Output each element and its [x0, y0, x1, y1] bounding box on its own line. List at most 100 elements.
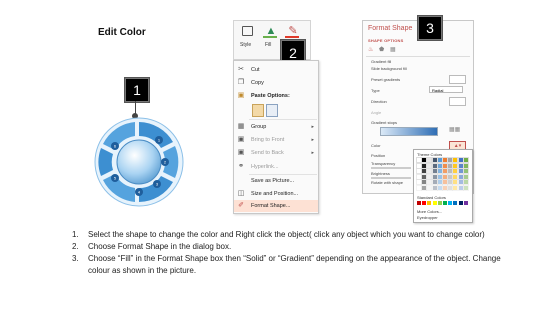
color-swatch[interactable] [431, 173, 438, 180]
color-swatch[interactable] [462, 173, 469, 180]
color-swatch[interactable] [447, 157, 454, 163]
eyedropper-option[interactable]: Eyedropper [417, 215, 438, 220]
color-swatch[interactable] [457, 157, 464, 163]
standard-color-swatch[interactable] [453, 201, 458, 205]
color-swatch[interactable] [416, 168, 422, 174]
color-swatch[interactable] [442, 168, 448, 174]
size-properties-icon[interactable]: ▦ [390, 46, 396, 53]
brightness-slider[interactable] [371, 177, 411, 179]
color-swatch[interactable] [426, 168, 433, 174]
color-swatch[interactable] [462, 184, 469, 191]
color-swatch[interactable] [436, 184, 443, 191]
color-swatch[interactable] [447, 168, 454, 174]
menu-item-size-label: Size and Position... [251, 191, 299, 197]
color-swatch[interactable] [416, 162, 422, 169]
fill-line-icon[interactable]: ♨ [368, 46, 373, 53]
color-swatch[interactable] [457, 184, 464, 191]
menu-item-copy[interactable]: ❐ Copy [234, 77, 318, 89]
color-swatch[interactable] [416, 179, 422, 185]
menu-item-cut[interactable]: ✂ Cut [234, 64, 318, 76]
color-swatch[interactable] [442, 162, 448, 169]
color-swatch[interactable] [436, 162, 443, 169]
color-swatch[interactable] [442, 173, 448, 180]
color-swatch[interactable] [452, 173, 459, 180]
standard-color-swatch[interactable] [437, 201, 442, 205]
gradient-stops-bar[interactable] [380, 127, 438, 136]
color-swatch[interactable] [421, 157, 428, 163]
color-swatch[interactable] [447, 162, 454, 169]
color-swatch[interactable] [462, 168, 469, 174]
preset-gradients-dropdown[interactable] [449, 75, 466, 84]
color-swatch[interactable] [436, 157, 443, 163]
color-swatch[interactable] [421, 173, 428, 180]
color-swatch[interactable] [421, 179, 428, 185]
standard-color-swatch[interactable] [458, 201, 463, 205]
menu-item-send-to-back[interactable]: ▣ Send to Back ▸ [234, 147, 318, 159]
color-swatch[interactable] [436, 173, 443, 180]
standard-color-swatch[interactable] [443, 201, 447, 205]
color-swatch[interactable] [426, 179, 433, 185]
shape-options-tab[interactable]: SHAPE OPTIONS [368, 38, 404, 43]
menu-item-bring-to-front[interactable]: ▣ Bring to Front ▸ [234, 134, 318, 146]
color-swatch[interactable] [431, 157, 438, 163]
color-swatch[interactable] [442, 184, 448, 191]
standard-color-swatch[interactable] [427, 201, 432, 205]
color-swatch[interactable] [462, 162, 469, 169]
color-swatch[interactable] [442, 157, 448, 163]
color-swatch[interactable] [447, 179, 454, 185]
standard-color-swatch[interactable] [432, 201, 437, 205]
color-swatch[interactable] [431, 162, 438, 169]
menu-item-hyperlink[interactable]: ⚭ Hyperlink... [234, 161, 318, 173]
color-swatch[interactable] [452, 157, 459, 163]
color-swatch[interactable] [421, 168, 428, 174]
menu-item-size-and-position[interactable]: ◫ Size and Position... [234, 188, 318, 200]
color-swatch[interactable] [447, 184, 454, 191]
standard-color-swatch[interactable] [448, 201, 453, 205]
color-swatch[interactable] [431, 168, 438, 174]
type-dropdown[interactable]: Radial [429, 86, 463, 93]
color-swatch[interactable] [452, 184, 459, 191]
color-swatch[interactable] [436, 168, 443, 174]
menu-item-save-as-picture[interactable]: Save as Picture... [234, 175, 318, 187]
paste-keep-source-icon[interactable] [252, 104, 264, 117]
color-swatch[interactable] [431, 179, 438, 185]
color-swatch[interactable] [462, 179, 469, 185]
color-swatch[interactable] [426, 173, 433, 180]
color-swatch[interactable] [457, 179, 464, 185]
gradient-fill-option[interactable]: Gradient fill [371, 59, 391, 64]
color-swatch[interactable] [452, 162, 459, 169]
color-swatch[interactable] [421, 162, 428, 169]
style-button[interactable] [238, 24, 256, 38]
paste-picture-icon[interactable] [266, 104, 278, 117]
color-swatch[interactable] [426, 184, 433, 191]
color-swatch[interactable] [416, 173, 422, 180]
color-swatch[interactable] [426, 162, 433, 169]
gradient-stop-buttons[interactable]: ▦▦ [449, 126, 464, 133]
color-swatch[interactable] [462, 157, 469, 163]
rotate-with-shape-checkbox[interactable]: Rotate with shape [371, 180, 403, 185]
menu-item-group[interactable]: ▦ Group ▸ [234, 121, 318, 133]
menu-item-format-shape[interactable]: ✐ Format Shape... [234, 200, 318, 212]
transparency-slider[interactable] [371, 167, 411, 169]
color-swatch[interactable] [436, 179, 443, 185]
color-swatch[interactable] [452, 179, 459, 185]
color-swatch[interactable] [457, 168, 464, 174]
color-swatch[interactable] [416, 184, 422, 191]
more-colors-option[interactable]: More Colors... [417, 209, 442, 214]
color-swatch[interactable] [457, 162, 464, 169]
color-swatch[interactable] [416, 157, 422, 163]
color-swatch[interactable] [431, 184, 438, 191]
color-swatch[interactable] [421, 184, 428, 191]
direction-dropdown[interactable] [449, 97, 466, 106]
slide-background-fill-option[interactable]: Slide background fill [371, 66, 407, 71]
color-swatch[interactable] [452, 168, 459, 174]
standard-color-swatch[interactable] [463, 201, 468, 205]
standard-color-swatch[interactable] [417, 201, 421, 205]
effects-icon[interactable]: ⬟ [379, 46, 384, 53]
circular-arrow-diagram[interactable]: 1 2 3 4 5 6 [93, 116, 185, 208]
standard-color-swatch[interactable] [422, 201, 427, 205]
color-swatch[interactable] [442, 179, 448, 185]
color-swatch[interactable] [447, 173, 454, 180]
color-swatch[interactable] [457, 173, 464, 180]
color-swatch[interactable] [426, 157, 433, 163]
